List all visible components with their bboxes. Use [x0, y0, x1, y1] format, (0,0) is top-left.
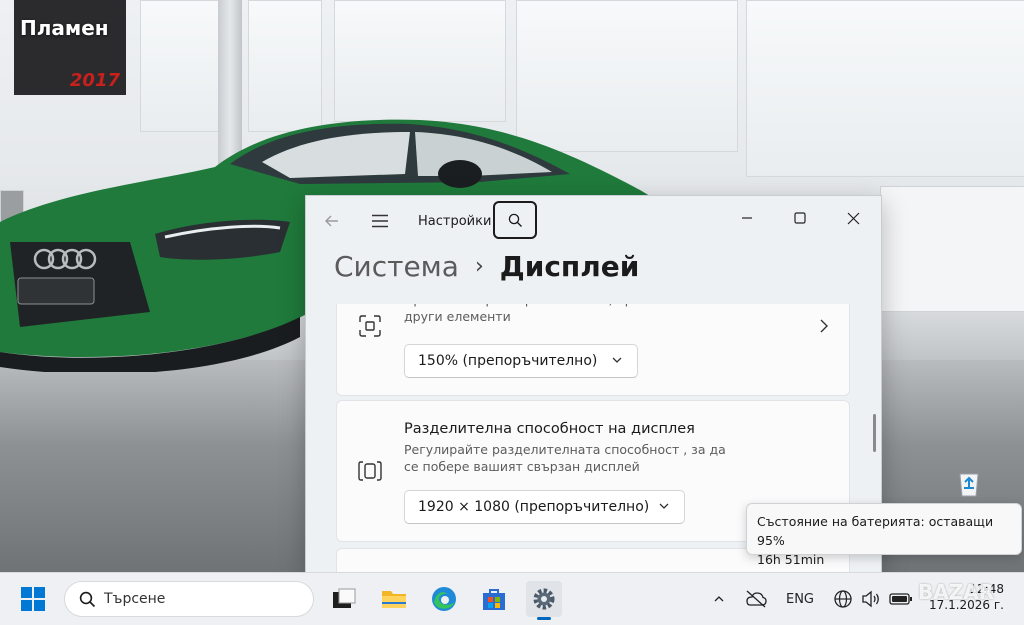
scale-icon — [359, 315, 381, 337]
chevron-down-icon — [612, 357, 622, 363]
active-indicator — [537, 617, 551, 620]
network-button[interactable] — [830, 587, 856, 611]
task-view-icon — [333, 588, 356, 608]
breadcrumb-parent[interactable]: Система — [334, 250, 459, 283]
maximize-icon — [794, 212, 806, 224]
resolution-description: Регулирайте разделителната способност , … — [404, 442, 726, 474]
chevron-right-icon[interactable] — [819, 319, 829, 333]
minimize-button[interactable] — [724, 202, 770, 234]
scale-dropdown-value: 150% (препоръчително) — [418, 353, 598, 369]
battery-tooltip: Състояние на батерията: оставащи 95% 16h… — [746, 503, 1022, 567]
onedrive-button[interactable] — [743, 587, 769, 611]
hamburger-icon — [372, 214, 388, 228]
menu-button[interactable] — [366, 208, 394, 234]
folder-icon — [382, 591, 406, 608]
breadcrumb: Система › Дисплей — [334, 250, 639, 283]
store-icon — [483, 589, 505, 610]
recycle-bin-icon[interactable] — [955, 468, 983, 498]
back-arrow-icon — [325, 215, 338, 227]
edge-browser-button[interactable] — [426, 581, 462, 617]
settings-app-button[interactable] — [526, 581, 562, 620]
scale-description: Промяна на размера на текста, приложения… — [404, 304, 726, 324]
cloud-off-icon — [746, 590, 767, 608]
edge-icon — [432, 587, 456, 611]
poster-year: 2017 — [69, 70, 120, 91]
battery-status-text: Състояние на батерията: оставащи 95% — [757, 514, 994, 548]
volume-button[interactable] — [858, 587, 884, 611]
taskbar: Търсене ENG 12:48 17.1.2026 г. — [0, 572, 1024, 625]
resolution-dropdown[interactable]: 1920 × 1080 (препоръчително) — [404, 490, 685, 524]
chevron-down-icon — [659, 503, 669, 509]
resolution-icon — [358, 461, 382, 481]
show-hidden-icons-button[interactable] — [708, 587, 730, 611]
search-icon — [508, 213, 522, 227]
close-button[interactable] — [830, 202, 876, 234]
taskbar-search[interactable]: Търсене — [64, 581, 314, 617]
search-button[interactable] — [493, 201, 537, 239]
taskbar-search-placeholder: Търсене — [104, 591, 166, 607]
file-explorer-button[interactable] — [376, 581, 412, 617]
wallpaper-window — [746, 0, 1024, 177]
wallpaper-window — [334, 0, 506, 122]
resolution-dropdown-value: 1920 × 1080 (препоръчително) — [418, 499, 650, 515]
app-title: Настройки — [418, 214, 492, 229]
store-button[interactable] — [476, 581, 512, 617]
desktop-username: Пламен — [20, 16, 109, 40]
scale-card[interactable]: Промяна на размера на текста, приложения… — [336, 304, 850, 396]
wallpaper-cabinet — [880, 186, 1024, 312]
page-title: Дисплей — [499, 250, 640, 283]
scale-dropdown[interactable]: 150% (препоръчително) — [404, 344, 638, 378]
scrollbar-thumb[interactable] — [873, 414, 876, 452]
task-view-button[interactable] — [326, 581, 362, 617]
start-button[interactable] — [20, 586, 46, 612]
globe-icon — [834, 590, 852, 608]
resolution-title: Разделителна способност на дисплея — [404, 421, 695, 437]
speaker-icon — [862, 590, 879, 608]
chevron-up-icon — [714, 596, 724, 602]
wallpaper-poster: 2017 — [14, 0, 126, 95]
back-button[interactable] — [318, 208, 346, 234]
maximize-button[interactable] — [777, 202, 823, 234]
battery-button[interactable] — [886, 587, 916, 611]
breadcrumb-separator: › — [474, 254, 484, 279]
watermark-logo: BAZAR — [918, 580, 995, 604]
battery-time-remaining: 16h 51min — [757, 552, 825, 567]
close-icon — [847, 212, 859, 224]
battery-icon — [889, 593, 912, 605]
title-bar[interactable]: Настройки — [306, 196, 881, 244]
gear-icon — [533, 588, 555, 610]
language-indicator[interactable]: ENG — [780, 587, 820, 611]
search-icon — [79, 591, 96, 607]
minimize-icon — [742, 217, 752, 219]
